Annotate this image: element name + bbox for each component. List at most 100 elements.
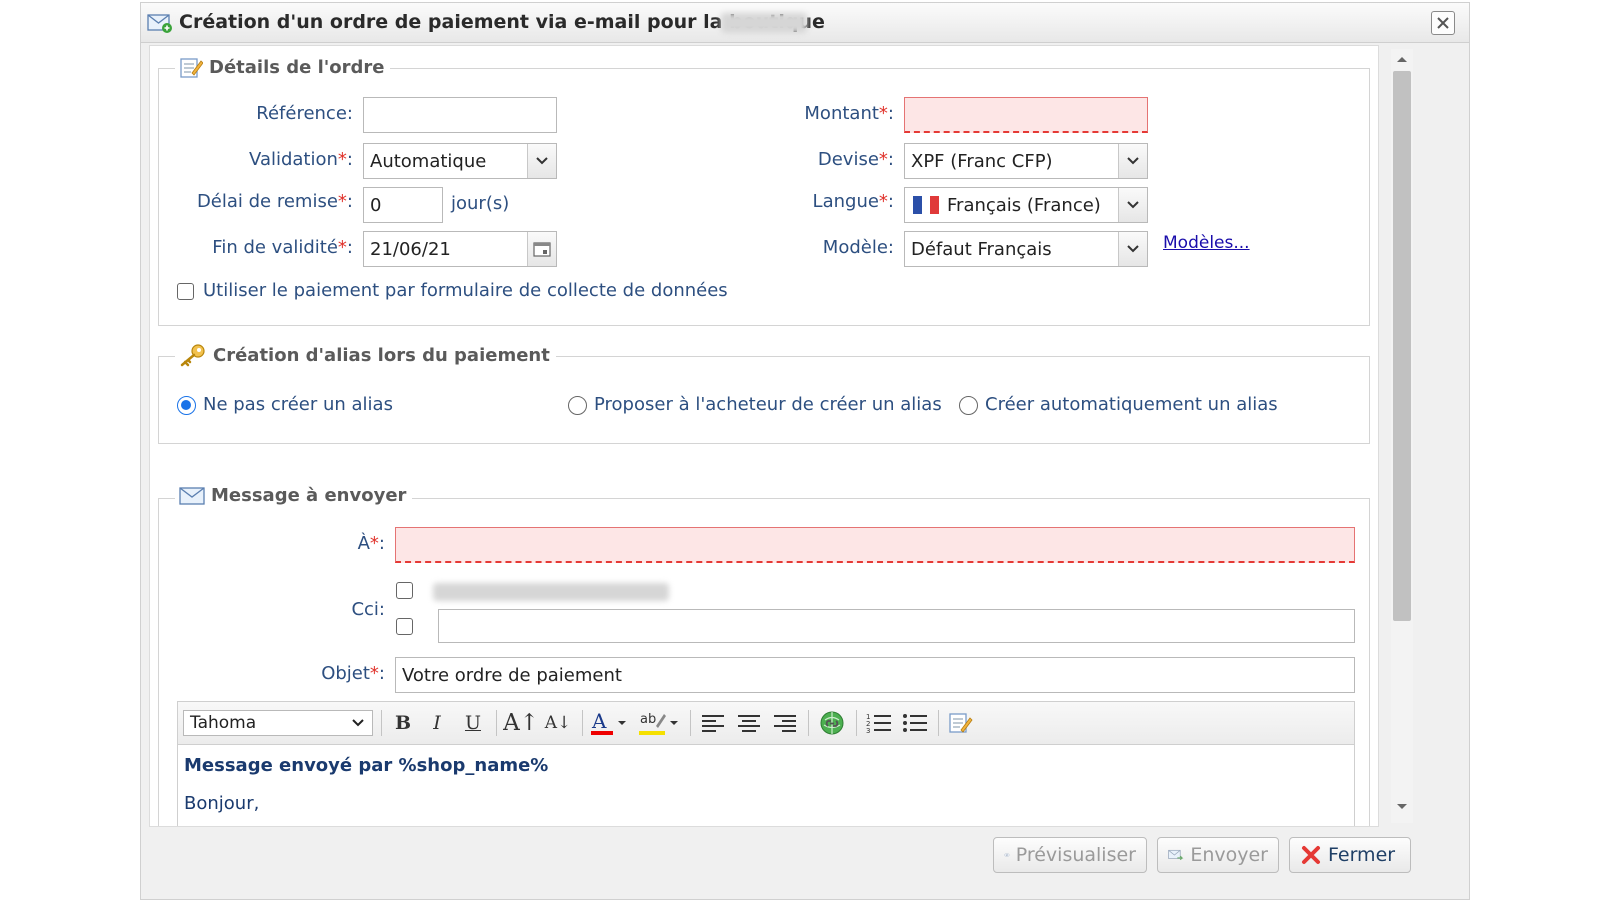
svg-text:ab: ab: [640, 712, 656, 727]
currency-label: Devise*:: [817, 149, 894, 170]
subject-input[interactable]: Votre ordre de paiement: [395, 657, 1355, 693]
template-label: Modèle:: [822, 237, 894, 258]
cci-input[interactable]: [438, 609, 1355, 643]
cci-shop-checkbox[interactable]: [396, 582, 413, 599]
chevron-down-icon: [527, 144, 556, 178]
currency-select[interactable]: XPF (Franc CFP): [904, 143, 1148, 179]
amount-label: Montant*:: [804, 103, 894, 124]
delay-input[interactable]: 0: [363, 187, 443, 223]
toolbar-separator: [690, 710, 691, 736]
alias-group: Création d'alias lors du paiement Ne pas…: [158, 343, 1370, 444]
underline-icon[interactable]: U: [460, 710, 486, 736]
reference-input[interactable]: [363, 97, 557, 133]
order-details-legend: Détails de l'ordre: [175, 55, 391, 79]
svg-text:A: A: [591, 710, 607, 733]
subject-label: Objet*:: [321, 663, 385, 684]
font-size-decrease-icon[interactable]: A↓: [544, 710, 572, 736]
validation-label: Validation*:: [249, 149, 353, 170]
scrollbar-thumb[interactable]: [1393, 71, 1411, 621]
bold-icon[interactable]: B: [390, 710, 416, 736]
red-x-icon: [1302, 846, 1320, 864]
font-family-select[interactable]: Tahoma: [183, 710, 373, 736]
cci-label: Cci:: [351, 599, 385, 620]
font-size-increase-icon[interactable]: A↑: [503, 710, 539, 736]
toolbar-separator: [496, 710, 497, 736]
close-icon: [1437, 17, 1449, 29]
message-title: Message à envoyer: [211, 485, 407, 506]
dialog-titlebar: Création d'un ordre de paiement via e-ma…: [141, 3, 1469, 43]
chevron-down-icon: [1118, 232, 1147, 266]
language-label: Langue*:: [812, 191, 894, 212]
toolbar-separator: [381, 710, 382, 736]
alias-option-none-radio[interactable]: [177, 396, 196, 415]
email-dialog-icon: [147, 12, 173, 38]
close-button[interactable]: Fermer: [1289, 837, 1411, 873]
send-email-icon: [1168, 849, 1184, 861]
templates-link[interactable]: Modèles...: [1163, 233, 1250, 253]
to-input[interactable]: [395, 527, 1355, 563]
toolbar-separator: [808, 710, 809, 736]
alias-title: Création d'alias lors du paiement: [213, 344, 550, 366]
delay-unit: jour(s): [451, 193, 510, 214]
order-details-group: Détails de l'ordre Référence: Montant*: …: [158, 55, 1370, 326]
payment-order-dialog: Création d'un ordre de paiement via e-ma…: [140, 2, 1470, 900]
key-icon: [180, 344, 205, 367]
send-button[interactable]: Envoyer: [1157, 837, 1279, 873]
alias-option-propose-label: Proposer à l'acheteur de créer un alias: [594, 394, 942, 415]
bullet-list-icon[interactable]: [900, 710, 930, 736]
expiry-date-input[interactable]: 21/06/21: [363, 231, 557, 267]
alias-option-auto-label: Créer automatiquement un alias: [985, 394, 1278, 415]
expiry-label: Fin de validité*:: [212, 237, 353, 258]
message-group: Message à envoyer À*: Cci: Objet*: Votre…: [158, 485, 1370, 826]
preview-button[interactable]: Prévisualiser: [993, 837, 1147, 873]
data-collection-form-checkbox[interactable]: [177, 283, 194, 300]
align-center-icon[interactable]: [734, 710, 764, 736]
close-dialog-button[interactable]: [1431, 11, 1455, 35]
toolbar-separator: [938, 710, 939, 736]
align-right-icon[interactable]: [770, 710, 800, 736]
svg-text:3: 3: [866, 727, 870, 734]
alias-option-none-label: Ne pas créer un alias: [203, 394, 393, 415]
message-body-editor[interactable]: Message envoyé par %shop_name% Bonjour,: [177, 745, 1355, 826]
text-color-icon[interactable]: A: [590, 710, 630, 736]
reference-label: Référence:: [256, 103, 353, 124]
message-body-line-2: Bonjour,: [184, 793, 260, 814]
amount-input[interactable]: [904, 97, 1148, 133]
insert-variable-icon[interactable]: [946, 710, 976, 736]
calendar-icon[interactable]: [527, 232, 556, 266]
delay-label: Délai de remise*:: [196, 191, 353, 212]
content-scrollbar[interactable]: [1391, 49, 1413, 823]
shop-name-redacted: [721, 13, 807, 33]
alias-legend: Création d'alias lors du paiement: [175, 343, 556, 367]
eye-icon: [1004, 853, 1010, 857]
italic-icon[interactable]: I: [424, 710, 450, 736]
to-label: À*:: [357, 533, 385, 554]
edit-document-icon: [180, 58, 203, 78]
cci-shop-email-redacted: [433, 583, 669, 601]
validation-select[interactable]: Automatique: [363, 143, 557, 179]
dialog-content: Détails de l'ordre Référence: Montant*: …: [149, 45, 1379, 827]
toolbar-separator: [582, 710, 583, 736]
language-select[interactable]: Français (France): [904, 187, 1148, 223]
alias-option-propose-radio[interactable]: [568, 396, 587, 415]
cci-custom-checkbox[interactable]: [396, 618, 413, 635]
alias-option-auto-radio[interactable]: [959, 396, 978, 415]
align-left-icon[interactable]: [698, 710, 728, 736]
chevron-down-icon: [1118, 188, 1147, 222]
chevron-down-icon: [344, 711, 372, 735]
france-flag-icon: [913, 196, 939, 214]
template-select[interactable]: Défaut Français: [904, 231, 1148, 267]
numbered-list-icon[interactable]: 123: [864, 710, 894, 736]
editor-toolbar: Tahoma B I U A↑ A↓ A ab 1 2 3: [177, 701, 1355, 745]
insert-link-icon[interactable]: [816, 710, 848, 736]
envelope-icon: [179, 486, 205, 505]
message-body-line-1: Message envoyé par %shop_name%: [184, 755, 549, 776]
data-collection-form-label: Utiliser le paiement par formulaire de c…: [203, 280, 728, 301]
scroll-up-icon[interactable]: [1396, 55, 1408, 63]
toolbar-separator: [856, 710, 857, 736]
chevron-down-icon: [1118, 144, 1147, 178]
order-details-title: Détails de l'ordre: [209, 56, 385, 78]
highlight-color-icon[interactable]: ab: [638, 710, 682, 736]
scroll-down-icon[interactable]: [1396, 803, 1408, 811]
message-legend: Message à envoyer: [175, 485, 413, 506]
